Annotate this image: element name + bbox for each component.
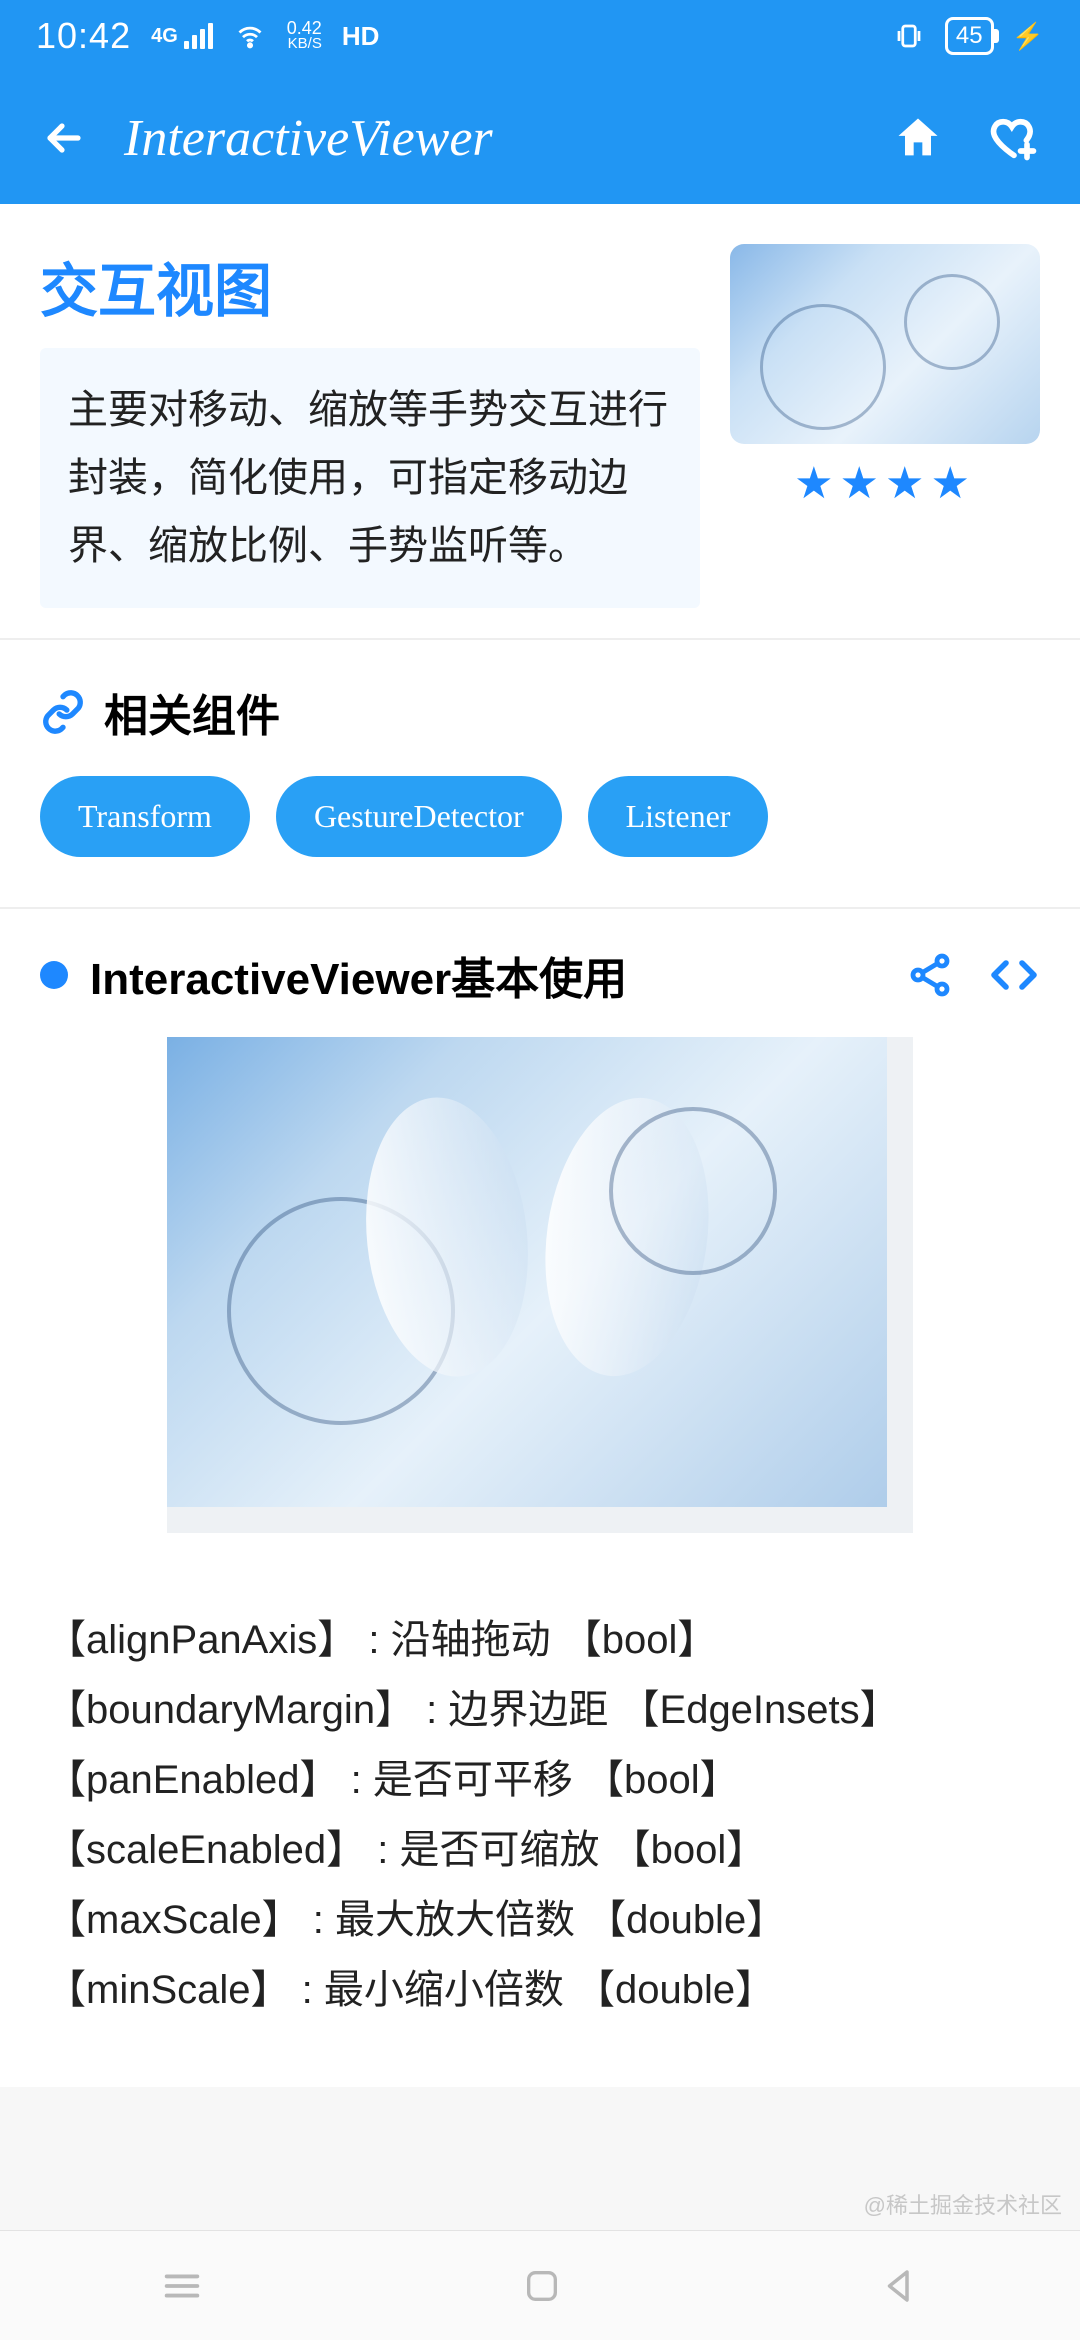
hero-title: 交互视图 [40,244,700,328]
description-card: 主要对移动、缩放等手势交互进行封装，简化使用，可指定移动边界、缩放比例、手势监听… [40,348,700,608]
page-title: InteractiveViewer [124,109,493,168]
wifi-icon [233,22,267,50]
example-image-frame [167,1037,913,1533]
status-time: 10:42 [36,15,131,57]
bullet-icon [40,961,68,989]
app-bar: InteractiveViewer [0,72,1080,204]
link-icon [40,689,86,735]
prop-row: 【minScale】 : 最小缩小倍数 【double】 [46,1957,1034,2023]
example-image[interactable] [167,1037,887,1507]
hd-indicator: HD [342,21,380,52]
signal-icon [184,23,213,49]
share-icon[interactable] [906,951,954,999]
watermark: @稀土掘金技术社区 [864,2188,1062,2220]
system-nav-bar [0,2230,1080,2340]
prop-row: 【panEnabled】 : 是否可平移 【bool】 [46,1747,1034,1813]
example-title: InteractiveViewer基本使用 [90,943,627,1007]
back-nav-icon[interactable] [879,2265,921,2307]
network-mode: 4G [151,26,178,46]
chip-gesturedetector[interactable]: GestureDetector [276,776,562,857]
net-speed: 0.42 KB/S [287,20,322,51]
prop-row: 【maxScale】 : 最大放大倍数 【double】 [46,1887,1034,1953]
favorite-add-icon[interactable] [988,112,1040,164]
battery-indicator: 45 [945,17,994,55]
prop-row: 【boundaryMargin】 : 边界边距 【EdgeInsets】 [46,1677,1034,1743]
status-bar: 10:42 4G 0.42 KB/S HD 45 ⚡ [0,0,1080,72]
code-icon[interactable] [988,951,1040,999]
thumbnail-image[interactable] [730,244,1040,444]
home-nav-icon[interactable] [522,2266,562,2306]
back-icon[interactable] [40,114,88,162]
charging-icon: ⚡ [1012,21,1044,52]
example-section: InteractiveViewer基本使用 【alignPanAxis】 : 沿… [0,909,1080,2087]
home-icon[interactable] [892,112,944,164]
rating-stars: ★★★★ [794,458,976,509]
properties-list: 【alignPanAxis】 : 沿轴拖动 【bool】 【boundaryMa… [0,1573,1080,2087]
related-heading: 相关组件 [104,680,280,744]
prop-row: 【alignPanAxis】 : 沿轴拖动 【bool】 [46,1607,1034,1673]
chip-listener[interactable]: Listener [588,776,769,857]
chip-transform[interactable]: Transform [40,776,250,857]
recent-apps-icon[interactable] [159,2263,205,2309]
related-section: 相关组件 Transform GestureDetector Listener [0,640,1080,909]
summary-section: 交互视图 主要对移动、缩放等手势交互进行封装，简化使用，可指定移动边界、缩放比例… [0,204,1080,640]
prop-row: 【scaleEnabled】 : 是否可缩放 【bool】 [46,1817,1034,1883]
vibrate-icon [891,21,927,51]
